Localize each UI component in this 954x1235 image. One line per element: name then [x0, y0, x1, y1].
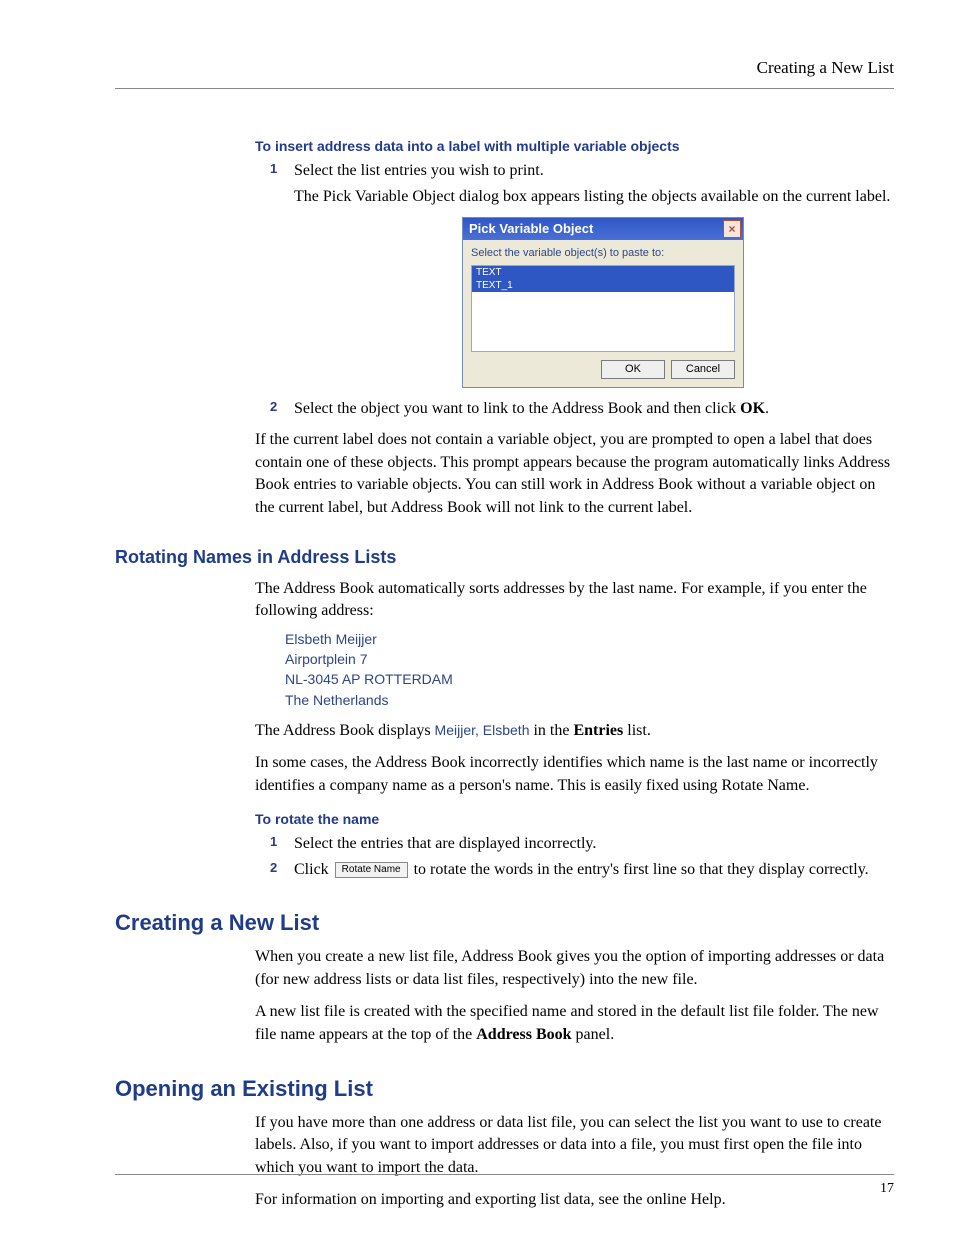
dialog-list-item[interactable]: TEXT_1 [472, 279, 734, 292]
rotating-display-prefix: The Address Book displays [255, 722, 435, 739]
task1-step1-text: Select the list entries you wish to prin… [294, 162, 544, 179]
rotating-intro: The Address Book automatically sorts add… [255, 578, 894, 623]
task1-step2-bold: OK [740, 400, 765, 417]
rotating-display-bold: Entries [573, 722, 623, 739]
example-address: Elsbeth Meijjer Airportplein 7 NL-3045 A… [285, 629, 894, 710]
creating-p2-suffix: panel. [572, 1026, 615, 1043]
rotating-display-suffix: list. [623, 722, 651, 739]
header-rule [115, 88, 894, 89]
content: To insert address data into a label with… [115, 138, 894, 1211]
rotate-steps: Select the entries that are displayed in… [270, 833, 894, 880]
rotate-step1: Select the entries that are displayed in… [270, 833, 894, 855]
task1-heading: To insert address data into a label with… [255, 138, 894, 154]
page: Creating a New List To insert address da… [0, 0, 954, 1235]
rotating-display-mid: in the [529, 722, 573, 739]
address-line: Elsbeth Meijjer [285, 629, 894, 649]
rotate-name-button[interactable]: Rotate Name [335, 862, 408, 878]
pick-variable-object-dialog: Pick Variable Object × Select the variab… [462, 217, 744, 388]
creating-p1: When you create a new list file, Address… [255, 946, 894, 991]
dialog-prompt: Select the variable object(s) to paste t… [471, 246, 735, 261]
address-line: The Netherlands [285, 690, 894, 710]
dialog-buttons: OK Cancel [463, 354, 743, 387]
task1-step1: Select the list entries you wish to prin… [270, 160, 894, 388]
address-line: Airportplein 7 [285, 649, 894, 669]
dialog-list-item[interactable]: TEXT [472, 266, 734, 279]
close-icon[interactable]: × [723, 220, 741, 238]
dialog-title: Pick Variable Object [469, 220, 593, 238]
footer-rule [115, 1174, 894, 1175]
opening-p2: For information on importing and exporti… [255, 1189, 894, 1211]
task1-step2-prefix: Select the object you want to link to th… [294, 400, 740, 417]
cancel-button[interactable]: Cancel [671, 360, 735, 379]
task1-step2-suffix: . [765, 400, 769, 417]
dialog-titlebar: Pick Variable Object × [463, 218, 743, 240]
rotating-heading: Rotating Names in Address Lists [115, 547, 894, 568]
rotating-display-name: Meijjer, Elsbeth [435, 722, 530, 738]
rotate-subtask-heading: To rotate the name [255, 811, 894, 827]
rotate-step2-prefix: Click [294, 861, 333, 878]
creating-p2-bold: Address Book [476, 1026, 571, 1043]
dialog-body: Select the variable object(s) to paste t… [463, 240, 743, 354]
opening-p1: If you have more than one address or dat… [255, 1112, 894, 1179]
opening-heading: Opening an Existing List [115, 1076, 894, 1102]
task1-step1-sub: The Pick Variable Object dialog box appe… [294, 186, 894, 208]
rotate-step1-text: Select the entries that are displayed in… [294, 835, 596, 852]
address-line: NL-3045 AP ROTTERDAM [285, 669, 894, 689]
task1-steps: Select the list entries you wish to prin… [270, 160, 894, 419]
rotate-step2-suffix: to rotate the words in the entry's first… [410, 861, 869, 878]
page-number: 17 [880, 1181, 894, 1197]
task1-step2: Select the object you want to link to th… [270, 398, 894, 420]
dialog-list[interactable]: TEXT TEXT_1 [471, 265, 735, 352]
ok-button[interactable]: OK [601, 360, 665, 379]
creating-heading: Creating a New List [115, 910, 894, 936]
creating-p2: A new list file is created with the spec… [255, 1001, 894, 1046]
rotating-display: The Address Book displays Meijjer, Elsbe… [255, 720, 894, 742]
rotating-note: In some cases, the Address Book incorrec… [255, 752, 894, 797]
header-section-title: Creating a New List [757, 58, 894, 78]
no-var-object-paragraph: If the current label does not contain a … [255, 429, 894, 519]
rotate-step2: Click Rotate Name to rotate the words in… [270, 859, 894, 881]
